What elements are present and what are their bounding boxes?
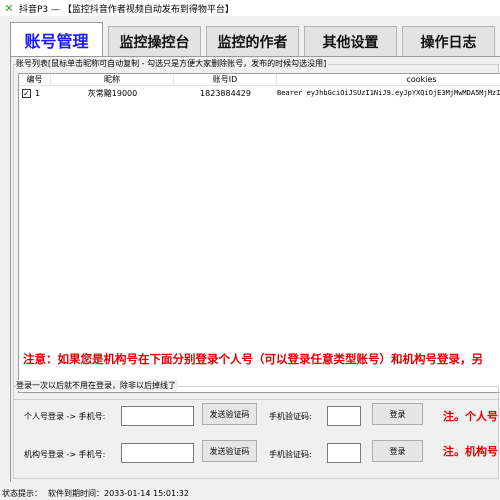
window-title: 抖音P3 — 【监控抖音作者视频自动发布到得物平台】 (19, 4, 234, 15)
tab-monitor-console[interactable]: 监控操控台 (108, 26, 201, 56)
title-bar: ✕ 抖音P3 — 【监控抖音作者视频自动发布到得物平台】 (0, 0, 500, 16)
row-checkbox[interactable]: ✓ (22, 89, 31, 98)
personal-phone-input[interactable] (121, 406, 194, 426)
main-tabs: 账号管理 监控操控台 监控的作者 其他设置 操作日志 (10, 22, 500, 56)
personal-code-input[interactable] (327, 406, 361, 426)
login-group (13, 386, 499, 479)
status-label: 状态提示： (2, 488, 42, 498)
status-expiry-text: 软件到期时间：2033-01-14 15:01:32 (48, 488, 189, 498)
org-account-notice: 注意：如果您是机构号在下面分别登录个人号（可以登录任意类型账号）和机构号登录，另 (23, 352, 483, 366)
tab-other-settings[interactable]: 其他设置 (304, 26, 397, 56)
org-send-code-button[interactable]: 发送验证码 (202, 440, 257, 462)
tab-monitored-authors[interactable]: 监控的作者 (206, 26, 299, 56)
personal-code-label: 手机验证码: (269, 412, 312, 421)
account-list-legend: 账号列表[鼠标单击昵称可自动复制 - 勾选只是方便大家删除账号，发布的时候勾选没… (16, 58, 329, 69)
org-code-input[interactable] (327, 443, 361, 463)
row-nickname[interactable]: 灰常黯19000 (51, 87, 174, 100)
table-header: 编号 昵称 账号ID cookies (19, 74, 500, 86)
column-header-account-id[interactable]: 账号ID (174, 74, 277, 86)
tab-account-management[interactable]: 账号管理 (10, 22, 103, 56)
org-login-label: 机构号登录 -> 手机号: (24, 450, 106, 459)
column-header-number[interactable]: 编号 (19, 74, 51, 86)
login-legend: 登录一次以后就不用在登录，除非以后掉线了 (16, 380, 178, 391)
status-bar: 状态提示： 软件到期时间：2033-01-14 15:01:32 (0, 486, 500, 500)
tab-operation-log[interactable]: 操作日志 (402, 26, 495, 56)
personal-send-code-button[interactable]: 发送验证码 (202, 403, 257, 425)
table-row[interactable]: ✓ 1 灰常黯19000 1823884429 Bearer eyJhbGciO… (19, 87, 500, 100)
row-account-id: 1823884429 (200, 89, 251, 98)
account-list-table[interactable]: 编号 昵称 账号ID cookies ✓ 1 灰常黯19000 18238844… (18, 73, 500, 393)
column-header-nickname[interactable]: 昵称 (51, 74, 174, 86)
account-management-panel: 账号列表[鼠标单击昵称可自动复制 - 勾选只是方便大家删除账号，发布的时候勾选没… (10, 56, 500, 482)
personal-note: 注。个人号 (443, 410, 498, 423)
org-code-label: 手机验证码: (269, 450, 312, 459)
personal-login-label: 个人号登录 -> 手机号: (24, 412, 106, 421)
org-phone-input[interactable] (121, 443, 194, 463)
org-login-button[interactable]: 登录 (372, 440, 423, 462)
row-cookies: Bearer eyJhbGciOiJSUzI1NiJ9.eyJpYXQiOjE3… (277, 89, 500, 97)
column-header-cookies[interactable]: cookies (277, 74, 500, 86)
org-note: 注。机构号 (443, 445, 498, 458)
row-number: 1 (35, 89, 41, 98)
personal-login-button[interactable]: 登录 (372, 403, 423, 425)
douyin-x-icon: ✕ (4, 1, 14, 15)
